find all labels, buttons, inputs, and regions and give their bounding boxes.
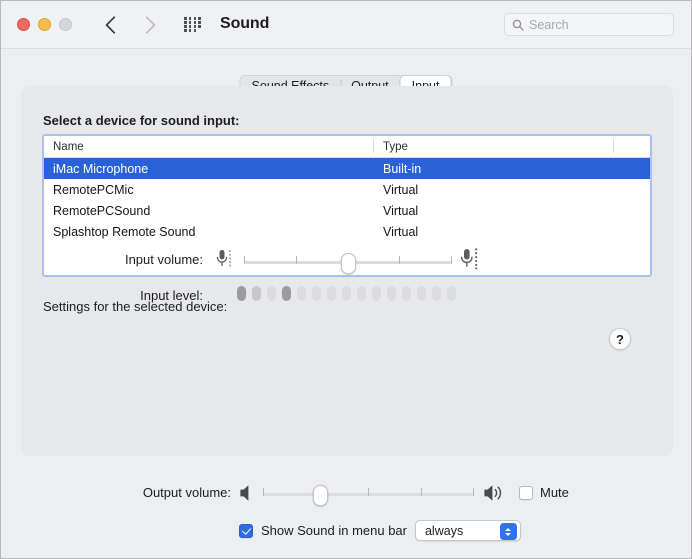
mute-label: Mute (540, 485, 569, 500)
level-segment (357, 286, 366, 301)
slider-tick (368, 488, 369, 496)
chevron-updown-icon (500, 523, 517, 540)
device-name: iMac Microphone (44, 162, 374, 176)
mute-checkbox-row[interactable]: Mute (519, 485, 569, 500)
show-sound-in-menu-bar-label: Show Sound in menu bar (261, 523, 407, 538)
show-sound-in-menu-bar-checkbox[interactable] (239, 524, 253, 538)
window-controls (17, 18, 72, 31)
device-name: RemotePCMic (44, 183, 374, 197)
level-segment (432, 286, 441, 301)
table-row[interactable]: iMac Microphone Built-in (44, 158, 650, 179)
page-title: Sound (220, 15, 269, 33)
table-row[interactable]: RemotePCMic Virtual (44, 179, 650, 200)
speaker-quiet-icon (239, 483, 257, 508)
device-type: Virtual (374, 204, 614, 218)
menu-bar-mode-value: always (425, 524, 463, 538)
search-field[interactable] (504, 13, 674, 36)
app-grid-icon[interactable] (184, 17, 202, 32)
device-type: Built-in (374, 162, 614, 176)
slider-tick (421, 488, 422, 496)
level-segment (312, 286, 321, 301)
table-row[interactable]: Splashtop Remote Sound Virtual (44, 221, 650, 242)
microphone-loud-icon (459, 247, 483, 276)
device-list-heading: Select a device for sound input: (43, 113, 239, 128)
minimize-button[interactable] (38, 18, 51, 31)
level-segment (342, 286, 351, 301)
chevron-left-icon (105, 16, 116, 34)
speaker-loud-icon (483, 483, 509, 508)
column-header-type[interactable]: Type (374, 136, 614, 157)
slider-tick (244, 256, 245, 264)
title-bar: Sound (1, 1, 691, 49)
back-button[interactable] (98, 13, 122, 37)
device-name: Splashtop Remote Sound (44, 225, 374, 239)
output-volume-label: Output volume: (61, 485, 231, 500)
forward-button[interactable] (138, 13, 162, 37)
slider-tick (451, 256, 452, 264)
slider-tick (473, 488, 474, 496)
output-volume-slider[interactable] (263, 485, 473, 503)
output-volume-thumb[interactable] (313, 485, 328, 506)
input-volume-label: Input volume: (39, 252, 203, 267)
slider-tick (399, 256, 400, 264)
level-segment (372, 286, 381, 301)
device-name: RemotePCSound (44, 204, 374, 218)
input-volume-thumb[interactable] (341, 253, 356, 274)
level-segment (267, 286, 276, 301)
level-segment (282, 286, 291, 301)
level-segment (447, 286, 456, 301)
input-level-meter (237, 286, 456, 301)
level-segment (237, 286, 246, 301)
level-segment (252, 286, 261, 301)
slider-tick (296, 256, 297, 264)
column-header-name[interactable]: Name (44, 136, 374, 157)
close-button[interactable] (17, 18, 30, 31)
search-icon (512, 19, 524, 31)
column-header-extra[interactable] (614, 136, 650, 157)
search-input[interactable] (529, 18, 666, 32)
input-volume-slider[interactable] (244, 253, 451, 271)
menu-bar-mode-select[interactable]: always (415, 520, 521, 541)
sound-preferences-window: Sound Sound Effects Output Input Select … (0, 0, 692, 559)
menu-bar-row: Show Sound in menu bar always (239, 520, 521, 541)
chevron-right-icon (145, 16, 156, 34)
table-row[interactable]: RemotePCSound Virtual (44, 200, 650, 221)
level-segment (417, 286, 426, 301)
level-segment (387, 286, 396, 301)
input-level-label: Input level: (39, 288, 203, 303)
table-header-row: Name Type (44, 136, 650, 158)
microphone-quiet-icon (215, 248, 237, 275)
slider-tick (263, 488, 264, 496)
level-segment (297, 286, 306, 301)
device-type: Virtual (374, 183, 614, 197)
mute-checkbox[interactable] (519, 486, 533, 500)
zoom-button[interactable] (59, 18, 72, 31)
level-segment (327, 286, 336, 301)
help-button[interactable]: ? (609, 328, 631, 350)
device-type: Virtual (374, 225, 614, 239)
level-segment (402, 286, 411, 301)
